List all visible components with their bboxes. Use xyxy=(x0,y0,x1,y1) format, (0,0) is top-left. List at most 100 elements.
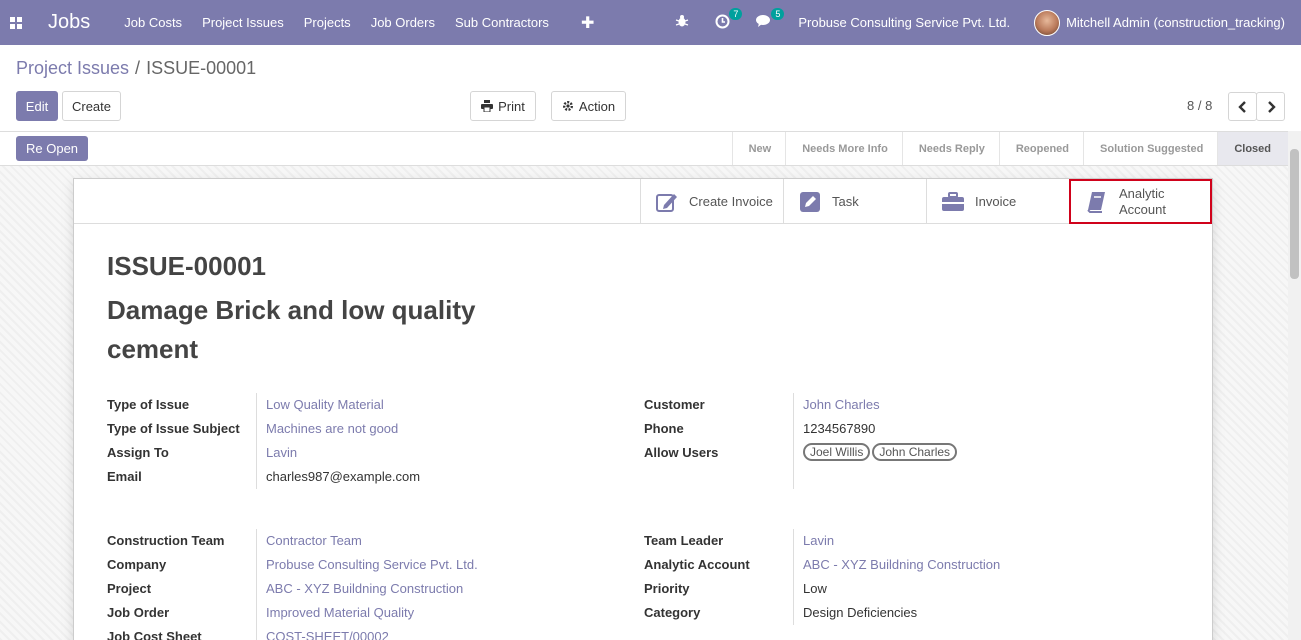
field-value-project[interactable]: ABC - XYZ Buildning Construction xyxy=(266,576,463,600)
field-value[interactable]: Contractor Team xyxy=(266,533,362,548)
field-value[interactable]: ABC - XYZ Buildning Construction xyxy=(266,581,463,596)
field-label: Type of Issue xyxy=(107,396,190,412)
plus-icon[interactable]: ✚ xyxy=(581,13,594,33)
field-value-email: charles987@example.com xyxy=(266,464,420,488)
task-smart-button[interactable]: Task xyxy=(783,179,926,224)
print-button-label: Print xyxy=(498,98,525,114)
field-value-job-order[interactable]: Improved Material Quality xyxy=(266,600,414,624)
field-value[interactable]: Improved Material Quality xyxy=(266,605,414,620)
printer-icon xyxy=(481,100,494,112)
issue-title: Damage Brick and low quality cement xyxy=(107,295,476,364)
user-tag[interactable]: Joel Willis xyxy=(803,443,871,461)
issue-number: ISSUE-00001 xyxy=(107,251,266,281)
field-value[interactable]: Lavin xyxy=(803,533,834,548)
field-value[interactable]: Low Quality Material xyxy=(266,397,384,412)
analytic-account-label-line1: Analytic xyxy=(1119,185,1165,201)
field-priority: Priority xyxy=(644,576,690,600)
action-button[interactable]: Action xyxy=(551,91,626,121)
apps-menu-icon[interactable] xyxy=(0,0,32,45)
field-label: Category xyxy=(644,604,701,620)
edit-button-label: Edit xyxy=(25,98,49,114)
menu-sub-contractors[interactable]: Sub Contractors xyxy=(455,15,549,30)
reopen-button[interactable]: Re Open xyxy=(16,136,89,161)
field-value-category: Design Deficiencies xyxy=(803,600,917,624)
scrollbar-thumb[interactable] xyxy=(1290,149,1299,279)
field-separator-line xyxy=(793,529,794,625)
menu-job-costs[interactable]: Job Costs xyxy=(124,15,182,30)
page-scrollbar[interactable] xyxy=(1288,131,1301,640)
field-label: Company xyxy=(107,556,167,572)
analytic-account-label: Analytic Account xyxy=(1119,186,1166,218)
pager-previous-button[interactable] xyxy=(1228,92,1257,121)
analytic-account-smart-button[interactable]: Analytic Account xyxy=(1069,179,1212,224)
bug-icon[interactable] xyxy=(675,14,689,31)
briefcase-icon xyxy=(941,190,965,214)
field-value[interactable]: ABC - XYZ Buildning Construction xyxy=(803,557,1000,572)
field-value[interactable]: COST-SHEET/00002 xyxy=(266,629,389,640)
field-value: 1234567890 xyxy=(803,420,876,436)
edit-square-icon xyxy=(655,190,679,214)
invoice-smart-button[interactable]: Invoice xyxy=(926,179,1069,224)
breadcrumb: Project Issues / ISSUE-00001 xyxy=(16,58,256,79)
create-invoice-smart-button[interactable]: Create Invoice xyxy=(640,179,783,224)
field-value: Design Deficiencies xyxy=(803,604,918,620)
field-value[interactable]: Probuse Consulting Service Pvt. Ltd. xyxy=(266,557,478,572)
field-value[interactable]: Lavin xyxy=(266,445,297,460)
field-label: Team Leader xyxy=(644,532,724,548)
action-button-label: Action xyxy=(578,98,616,114)
field-team-leader: Team Leader xyxy=(644,528,723,552)
smart-button-box: Create Invoice Task Invoice Analytic Acc… xyxy=(74,179,1212,224)
field-value-job-cost-sheet[interactable]: COST-SHEET/00002 xyxy=(266,624,389,640)
stage-solution-suggested[interactable]: Solution Suggested xyxy=(1083,132,1217,165)
field-email: Email xyxy=(107,464,142,488)
field-value[interactable]: John Charles xyxy=(803,397,880,412)
pencil-square-icon xyxy=(798,190,822,214)
stage-needs-reply[interactable]: Needs Reply xyxy=(901,132,999,165)
field-label: Email xyxy=(107,468,142,484)
messages-icon[interactable]: 5 xyxy=(756,8,785,31)
menu-job-orders[interactable]: Job Orders xyxy=(371,15,435,30)
app-brand[interactable]: Jobs xyxy=(48,11,90,34)
field-value-customer[interactable]: John Charles xyxy=(803,392,880,416)
create-button[interactable]: Create xyxy=(62,91,121,121)
field-phone: Phone xyxy=(644,416,684,440)
field-analytic-account: Analytic Account xyxy=(644,552,750,576)
status-bar: Re Open New Needs More Info Needs Reply … xyxy=(0,131,1301,166)
print-button[interactable]: Print xyxy=(470,91,536,121)
user-avatar[interactable] xyxy=(1034,9,1061,36)
user-tag[interactable]: John Charles xyxy=(872,443,958,461)
menu-project-issues[interactable]: Project Issues xyxy=(202,15,284,30)
field-separator-line xyxy=(256,529,257,640)
field-value-assign-to[interactable]: Lavin xyxy=(266,440,297,464)
field-value-type-of-issue-subject[interactable]: Machines are not good xyxy=(266,416,398,440)
field-value-team-leader[interactable]: Lavin xyxy=(803,528,834,552)
chevron-right-icon xyxy=(1267,100,1276,113)
stage-reopened[interactable]: Reopened xyxy=(998,132,1083,165)
field-value-company[interactable]: Probuse Consulting Service Pvt. Ltd. xyxy=(266,552,478,576)
edit-button[interactable]: Edit xyxy=(16,91,58,121)
company-switcher[interactable]: Probuse Consulting Service Pvt. Ltd. xyxy=(798,15,1010,30)
breadcrumb-current: ISSUE-00001 xyxy=(146,58,257,78)
pager-next-button[interactable] xyxy=(1256,92,1285,121)
menu-projects[interactable]: Projects xyxy=(304,15,351,30)
field-value-construction-team[interactable]: Contractor Team xyxy=(266,528,362,552)
field-assign-to: Assign To xyxy=(107,440,169,464)
field-label: Priority xyxy=(644,580,690,596)
field-project: Project xyxy=(107,576,151,600)
activity-clock-icon[interactable]: 7 xyxy=(715,7,743,32)
field-label: Job Order xyxy=(107,604,170,620)
form-sheet: Create Invoice Task Invoice Analytic Acc… xyxy=(73,178,1213,640)
field-label: Assign To xyxy=(107,444,169,460)
field-label: Analytic Account xyxy=(644,556,750,572)
field-value-type-of-issue[interactable]: Low Quality Material xyxy=(266,392,384,416)
messages-count-badge: 5 xyxy=(771,8,785,20)
stage-new[interactable]: New xyxy=(731,132,786,165)
field-value[interactable]: Machines are not good xyxy=(266,421,398,436)
invoice-label: Invoice xyxy=(975,194,1017,209)
book-icon xyxy=(1085,190,1109,214)
pager-value[interactable]: 8 / 8 xyxy=(1187,98,1212,113)
stage-needs-more-info[interactable]: Needs More Info xyxy=(785,132,902,165)
breadcrumb-project-issues[interactable]: Project Issues xyxy=(16,58,129,79)
user-menu[interactable]: Mitchell Admin (construction_tracking) xyxy=(1066,15,1285,30)
field-value-analytic-account[interactable]: ABC - XYZ Buildning Construction xyxy=(803,552,1000,576)
